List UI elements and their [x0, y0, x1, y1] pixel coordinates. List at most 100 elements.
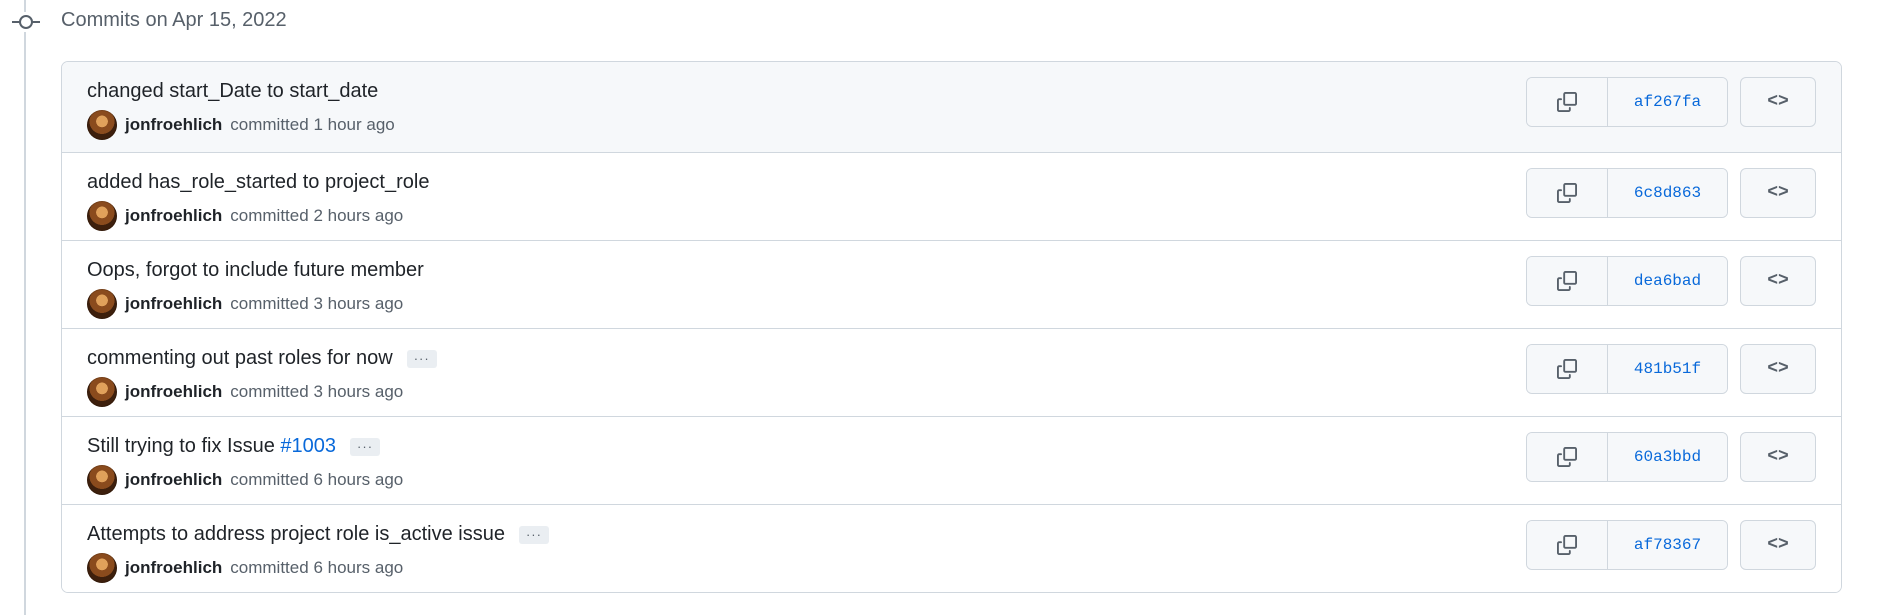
author-link[interactable]: jonfroehlich	[125, 294, 222, 314]
commit-message-link[interactable]: Still trying to fix Issue #1003	[87, 435, 336, 458]
commit-message-text[interactable]: commenting out past roles for now	[87, 347, 393, 369]
commit-actions: af78367 <>	[1526, 520, 1816, 570]
copy-icon	[1557, 271, 1577, 291]
commit-sha-link[interactable]: 60a3bbd	[1608, 433, 1727, 481]
git-commit-icon	[12, 12, 40, 32]
copy-sha-button[interactable]	[1527, 169, 1608, 217]
issue-link[interactable]: #1003	[280, 435, 336, 457]
author-link[interactable]: jonfroehlich	[125, 558, 222, 578]
commit-title-line: commenting out past roles for now ···	[87, 347, 437, 370]
commit-message-link[interactable]: Oops, forgot to include future member	[87, 259, 424, 282]
commit-time-text: committed 3 hours ago	[230, 382, 403, 402]
commit-actions: 6c8d863 <>	[1526, 168, 1816, 218]
commit-meta: jonfroehlich committed 3 hours ago	[87, 289, 403, 319]
relative-time[interactable]: 3 hours ago	[313, 294, 403, 313]
commit-row: added has_role_started to project_role j…	[62, 152, 1841, 240]
show-description-button[interactable]: ···	[518, 525, 549, 544]
commit-message-text[interactable]: changed start_Date to start_date	[87, 80, 378, 102]
code-icon: <>	[1767, 447, 1789, 467]
commit-row: Oops, forgot to include future member jo…	[62, 240, 1841, 328]
commit-meta: jonfroehlich committed 3 hours ago	[87, 377, 403, 407]
browse-repository-button[interactable]: <>	[1740, 168, 1816, 218]
author-avatar[interactable]	[87, 110, 117, 140]
commit-list: changed start_Date to start_date jonfroe…	[61, 61, 1842, 593]
commit-sha-link[interactable]: af78367	[1608, 521, 1727, 569]
commit-time-text: committed 3 hours ago	[230, 294, 403, 314]
commit-action-text: committed	[230, 294, 309, 313]
copy-icon	[1557, 447, 1577, 467]
commit-message-link[interactable]: changed start_Date to start_date	[87, 80, 378, 103]
relative-time[interactable]: 6 hours ago	[313, 558, 403, 577]
commit-row: Still trying to fix Issue #1003 ··· jonf…	[62, 416, 1841, 504]
commit-meta: jonfroehlich committed 6 hours ago	[87, 465, 403, 495]
copy-icon	[1557, 535, 1577, 555]
copy-sha-button[interactable]	[1527, 433, 1608, 481]
copy-sha-button[interactable]	[1527, 521, 1608, 569]
commit-title-line: Still trying to fix Issue #1003 ···	[87, 435, 381, 458]
commit-date-header: Commits on Apr 15, 2022	[61, 9, 287, 31]
browse-repository-button[interactable]: <>	[1740, 77, 1816, 127]
commit-actions: dea6bad <>	[1526, 256, 1816, 306]
timeline-line	[24, 0, 26, 615]
code-icon: <>	[1767, 535, 1789, 555]
commit-time-text: committed 1 hour ago	[230, 115, 394, 135]
commit-time-text: committed 2 hours ago	[230, 206, 403, 226]
code-icon: <>	[1767, 183, 1789, 203]
sha-button-group: 481b51f	[1526, 344, 1728, 394]
relative-time[interactable]: 3 hours ago	[313, 382, 403, 401]
relative-time[interactable]: 2 hours ago	[313, 206, 403, 225]
commit-row: Attempts to address project role is_acti…	[62, 504, 1841, 592]
commit-message-link[interactable]: Attempts to address project role is_acti…	[87, 523, 505, 546]
commit-message-text[interactable]: Still trying to fix Issue	[87, 435, 280, 457]
author-link[interactable]: jonfroehlich	[125, 470, 222, 490]
author-link[interactable]: jonfroehlich	[125, 382, 222, 402]
browse-repository-button[interactable]: <>	[1740, 344, 1816, 394]
browse-repository-button[interactable]: <>	[1740, 256, 1816, 306]
commit-row: changed start_Date to start_date jonfroe…	[62, 62, 1841, 152]
copy-icon	[1557, 359, 1577, 379]
sha-button-group: af267fa	[1526, 77, 1728, 127]
author-avatar[interactable]	[87, 289, 117, 319]
author-avatar[interactable]	[87, 377, 117, 407]
relative-time[interactable]: 6 hours ago	[313, 470, 403, 489]
commit-message-text[interactable]: Oops, forgot to include future member	[87, 259, 424, 281]
commit-sha-link[interactable]: af267fa	[1608, 78, 1727, 126]
author-link[interactable]: jonfroehlich	[125, 115, 222, 135]
commit-title-line: changed start_Date to start_date	[87, 80, 378, 103]
code-icon: <>	[1767, 271, 1789, 291]
copy-icon	[1557, 183, 1577, 203]
browse-repository-button[interactable]: <>	[1740, 520, 1816, 570]
commit-actions: 481b51f <>	[1526, 344, 1816, 394]
copy-sha-button[interactable]	[1527, 257, 1608, 305]
commit-sha-link[interactable]: 481b51f	[1608, 345, 1727, 393]
show-description-button[interactable]: ···	[350, 437, 381, 456]
relative-time[interactable]: 1 hour ago	[313, 115, 394, 134]
author-link[interactable]: jonfroehlich	[125, 206, 222, 226]
commit-message-link[interactable]: commenting out past roles for now	[87, 347, 393, 370]
show-description-button[interactable]: ···	[406, 349, 437, 368]
commit-message-text[interactable]: added has_role_started to project_role	[87, 171, 429, 193]
commit-message-text[interactable]: Attempts to address project role is_acti…	[87, 523, 505, 545]
commit-actions: 60a3bbd <>	[1526, 432, 1816, 482]
commit-row: commenting out past roles for now ··· jo…	[62, 328, 1841, 416]
commit-sha-link[interactable]: dea6bad	[1608, 257, 1727, 305]
commit-time-text: committed 6 hours ago	[230, 470, 403, 490]
commit-time-text: committed 6 hours ago	[230, 558, 403, 578]
commit-meta: jonfroehlich committed 2 hours ago	[87, 201, 403, 231]
copy-sha-button[interactable]	[1527, 345, 1608, 393]
code-icon: <>	[1767, 92, 1789, 112]
commit-action-text: committed	[230, 470, 309, 489]
author-avatar[interactable]	[87, 553, 117, 583]
author-avatar[interactable]	[87, 201, 117, 231]
copy-sha-button[interactable]	[1527, 78, 1608, 126]
commit-actions: af267fa <>	[1526, 77, 1816, 127]
commit-title-line: added has_role_started to project_role	[87, 171, 429, 194]
sha-button-group: 6c8d863	[1526, 168, 1728, 218]
commit-message-link[interactable]: added has_role_started to project_role	[87, 171, 429, 194]
commit-sha-link[interactable]: 6c8d863	[1608, 169, 1727, 217]
author-avatar[interactable]	[87, 465, 117, 495]
commit-action-text: committed	[230, 558, 309, 577]
commit-title-line: Attempts to address project role is_acti…	[87, 523, 549, 546]
commit-meta: jonfroehlich committed 6 hours ago	[87, 553, 403, 583]
browse-repository-button[interactable]: <>	[1740, 432, 1816, 482]
